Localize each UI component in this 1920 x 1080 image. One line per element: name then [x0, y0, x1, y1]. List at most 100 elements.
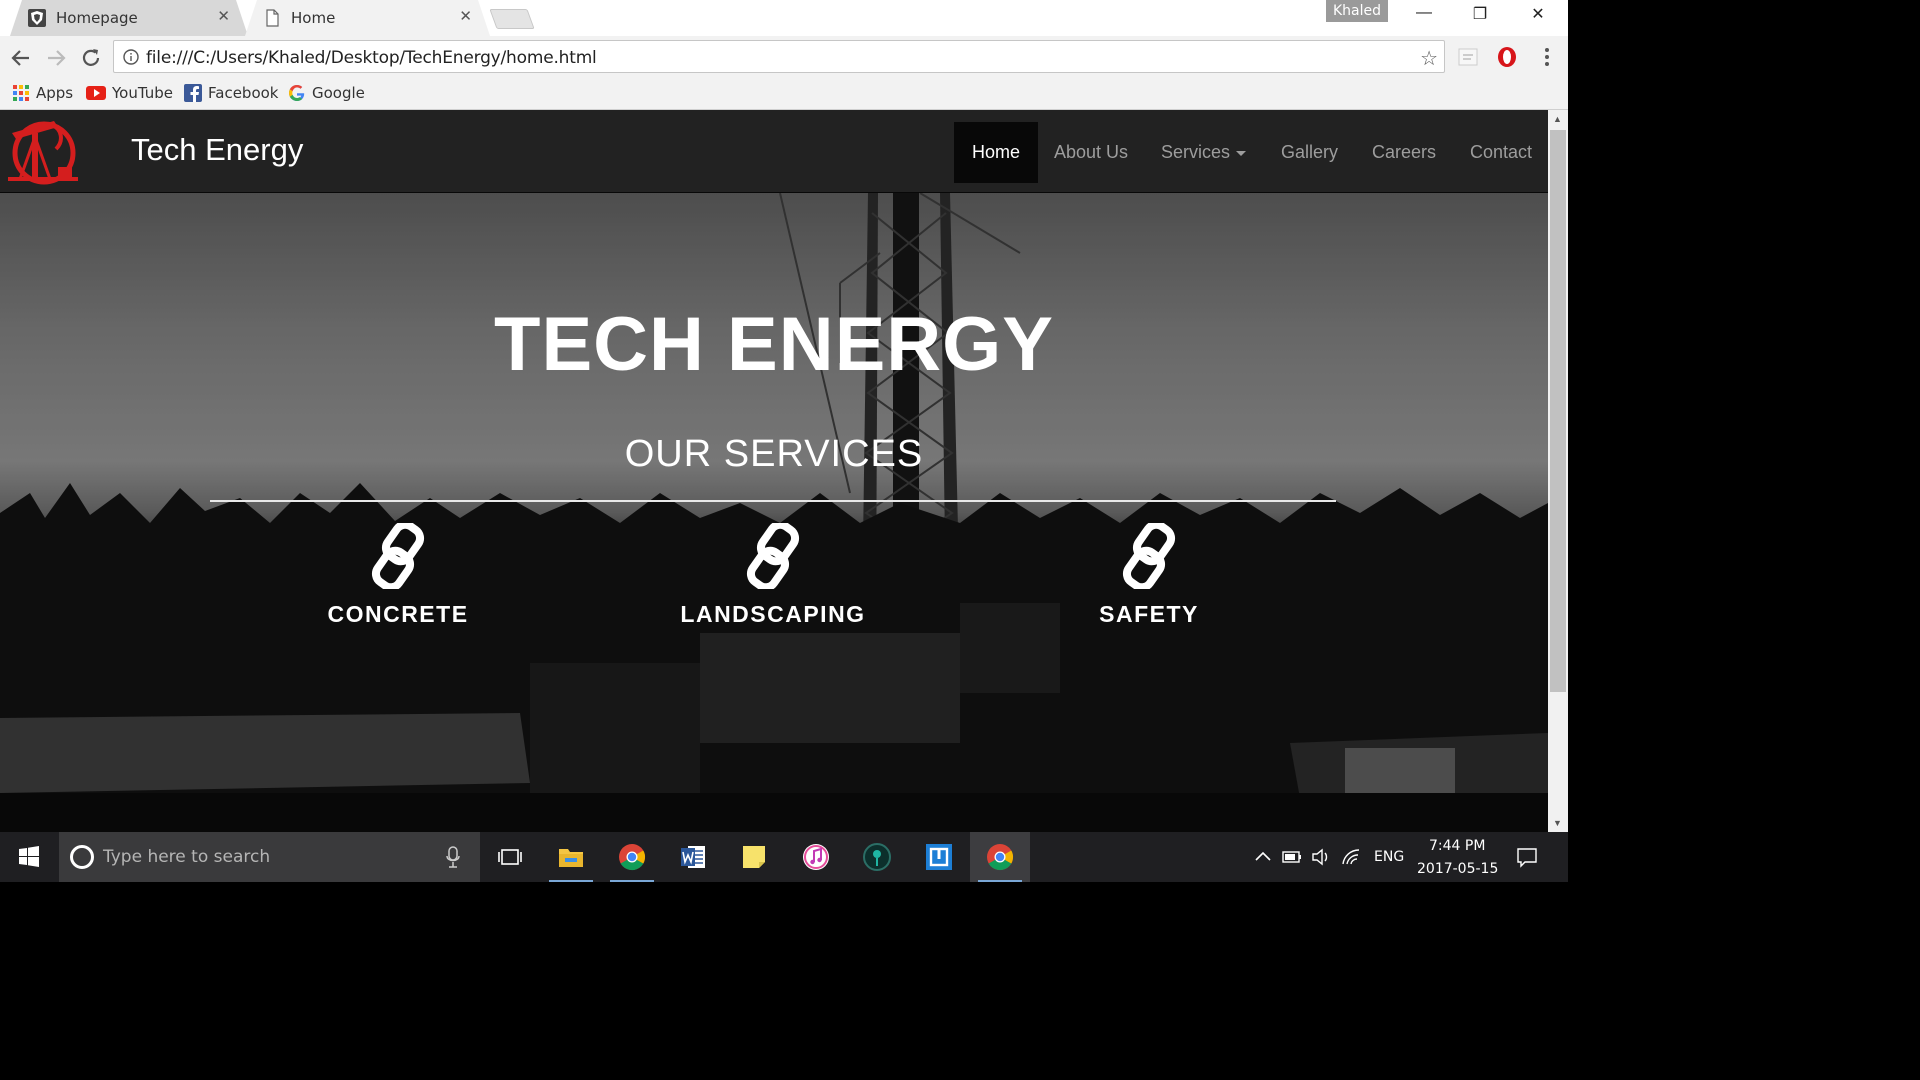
nav-about-us[interactable]: About Us [1036, 122, 1146, 183]
youtube-icon [86, 86, 106, 100]
scroll-down-icon[interactable]: ▼ [1553, 818, 1562, 828]
service-label: SAFETY [1099, 601, 1199, 627]
bookmark-star-icon[interactable]: ☆ [1420, 46, 1438, 71]
bookmark-apps[interactable]: Apps [12, 84, 73, 102]
cortana-icon [70, 845, 94, 869]
taskbar-search-box[interactable]: Type here to search [59, 832, 480, 882]
clock-time[interactable]: 7:44 PM [1429, 838, 1485, 854]
clock-date[interactable]: 2017-05-15 [1417, 861, 1498, 877]
info-icon[interactable] [123, 49, 139, 65]
hero-subtitle: OUR SERVICES [624, 433, 924, 475]
tab-title: Home [291, 9, 336, 27]
bookmark-facebook[interactable]: Facebook [184, 84, 278, 102]
close-window-icon[interactable]: ✕ [1524, 4, 1552, 24]
bookmark-label: Google [312, 84, 365, 102]
scroll-up-icon[interactable]: ▲ [1553, 114, 1562, 124]
link-icon [1122, 523, 1176, 589]
battery-icon[interactable] [1282, 848, 1302, 866]
address-bar[interactable]: file:///C:/Users/Khaled/Desktop/TechEner… [113, 40, 1445, 73]
taskbar-itunes[interactable] [786, 832, 846, 882]
nav-label: Gallery [1281, 142, 1339, 162]
chrome-icon [987, 844, 1014, 871]
taskbar-app-2[interactable] [909, 832, 969, 882]
link-icon [371, 523, 425, 589]
site-navbar: Tech Energy Home About Us Services Galle… [0, 110, 1548, 193]
wifi-icon[interactable] [1341, 848, 1361, 866]
nav-label: Contact [1470, 142, 1533, 162]
volume-icon[interactable] [1311, 848, 1331, 866]
service-concrete[interactable]: CONCRETE [278, 523, 518, 628]
taskbar-sticky-notes[interactable] [724, 832, 784, 882]
file-explorer-icon [559, 849, 583, 867]
nav-label: Careers [1372, 142, 1437, 162]
apps-grid-icon [13, 85, 29, 101]
hero-section: TECH ENERGY OUR SERVICES CONCRETE LANDSC… [0, 193, 1548, 832]
taskbar-chrome-active[interactable] [970, 832, 1030, 882]
nav-label: Services [1161, 142, 1231, 162]
language-indicator[interactable]: ENG [1374, 849, 1404, 865]
itunes-icon [803, 844, 829, 870]
service-label: LANDSCAPING [680, 601, 866, 627]
page-viewport: Tech Energy Home About Us Services Galle… [0, 110, 1548, 832]
nav-services[interactable]: Services [1143, 122, 1264, 183]
browser-toolbar: file:///C:/Users/Khaled/Desktop/TechEner… [0, 36, 1568, 78]
shield-favicon-icon [28, 9, 46, 27]
taskbar-file-explorer[interactable] [541, 832, 601, 882]
tab-home[interactable]: Home ✕ [245, 0, 490, 36]
service-label: CONCRETE [327, 601, 469, 627]
taskbar-chrome[interactable] [602, 832, 662, 882]
forward-icon[interactable] [44, 46, 68, 70]
bookmark-label: Apps [36, 84, 74, 102]
task-view-icon [498, 849, 522, 865]
bookmark-google[interactable]: Google [288, 84, 365, 102]
tab-homepage[interactable]: Homepage ✕ [10, 0, 248, 36]
vertical-scrollbar[interactable]: ▲ ▼ [1548, 110, 1568, 832]
microphone-icon[interactable] [446, 846, 460, 868]
nav-contact[interactable]: Contact [1452, 122, 1548, 183]
windows-taskbar: Type here to search ENG 7:44 PM 2017-05-… [0, 832, 1568, 882]
taskbar-app[interactable] [847, 832, 907, 882]
sticky-notes-icon [743, 846, 765, 868]
close-tab-icon[interactable]: ✕ [459, 7, 472, 25]
taskbar-word[interactable] [663, 832, 723, 882]
tab-strip: Homepage ✕ Home ✕ Khaled — ❐ ✕ [0, 0, 1568, 36]
oil-rig-logo-icon[interactable] [6, 115, 84, 187]
app-icon [926, 844, 952, 870]
search-placeholder: Type here to search [103, 847, 271, 867]
opera-icon[interactable] [1496, 46, 1518, 68]
bookmark-label: Facebook [208, 84, 279, 102]
windows-start-icon[interactable] [0, 832, 58, 882]
hero-divider [210, 500, 1336, 502]
site-brand[interactable]: Tech Energy [131, 132, 303, 168]
restore-icon[interactable]: ❐ [1466, 4, 1494, 24]
nav-label: About Us [1054, 142, 1129, 162]
service-safety[interactable]: SAFETY [1029, 523, 1269, 628]
task-view-button[interactable] [480, 832, 540, 882]
back-icon[interactable] [9, 46, 33, 70]
link-icon [746, 523, 800, 589]
nav-gallery[interactable]: Gallery [1263, 122, 1356, 183]
caret-down-icon [1236, 150, 1247, 156]
hero-title: TECH ENERGY [494, 302, 1054, 387]
bookmark-label: YouTube [112, 84, 173, 102]
action-center-icon[interactable] [1516, 846, 1538, 868]
extension-icon[interactable] [1457, 46, 1479, 68]
bookmark-youtube[interactable]: YouTube [86, 84, 173, 102]
menu-icon[interactable] [1536, 46, 1558, 68]
nav-label: Home [972, 142, 1021, 162]
chrome-icon [619, 844, 646, 871]
reload-icon[interactable] [79, 46, 103, 70]
service-landscaping[interactable]: LANDSCAPING [653, 523, 893, 628]
scrollbar-thumb[interactable] [1550, 130, 1566, 692]
nav-home[interactable]: Home [954, 122, 1039, 183]
new-tab-button[interactable] [489, 9, 535, 29]
close-tab-icon[interactable]: ✕ [217, 7, 230, 25]
facebook-icon [184, 84, 202, 102]
chevron-up-icon[interactable] [1253, 848, 1273, 866]
word-icon [681, 846, 705, 868]
nav-careers[interactable]: Careers [1354, 122, 1454, 183]
page-favicon-icon [266, 9, 279, 27]
profile-badge[interactable]: Khaled [1326, 0, 1388, 22]
url-text: file:///C:/Users/Khaled/Desktop/TechEner… [146, 48, 597, 68]
minimize-icon[interactable]: — [1410, 4, 1438, 22]
